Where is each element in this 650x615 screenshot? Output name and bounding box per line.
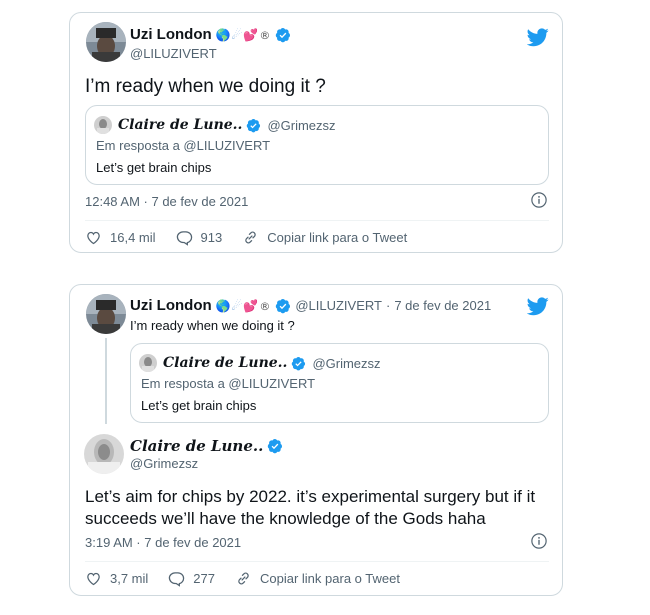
- verified-badge-icon: [246, 118, 261, 133]
- globe-emoji: 🌎: [215, 298, 232, 313]
- separator-dot: ·: [385, 298, 391, 313]
- like-button[interactable]: 16,4 mil: [85, 229, 156, 246]
- parent-quoted-tweet[interactable]: Claire de Lune.. @Grimezsz Em resposta a…: [130, 343, 549, 423]
- verified-badge-icon: [291, 356, 306, 371]
- quote-author-name: Claire de Lune..: [118, 117, 243, 133]
- quote-header: Claire de Lune.. @Grimezsz: [94, 116, 336, 134]
- quote-reply-context: Em resposta a @LILUZIVERT: [141, 376, 316, 391]
- quote-header: Claire de Lune.. @Grimezsz: [139, 354, 381, 372]
- info-icon[interactable]: [530, 191, 548, 209]
- tweet-actions: 16,4 mil 913 Copiar link para o Tweet: [85, 229, 427, 246]
- link-icon: [235, 570, 252, 587]
- reply-button[interactable]: 913: [176, 229, 223, 246]
- thread-connector-line: [105, 338, 107, 424]
- copy-link-button[interactable]: Copiar link para o Tweet: [242, 229, 407, 246]
- tweet-card-2[interactable]: Uzi London 🌎☄💕® @LILUZIVERT · 7 de fev d…: [69, 284, 563, 596]
- reply-text-line-2: succeeds we’ll have the knowledge of the…: [85, 509, 486, 528]
- copy-link-label: Copiar link para o Tweet: [267, 230, 408, 245]
- copy-link-button[interactable]: Copiar link para o Tweet: [235, 570, 400, 587]
- reply-text-line-1: Let’s aim for chips by 2022. it’s experi…: [85, 487, 536, 506]
- like-button[interactable]: 3,7 mil: [85, 570, 148, 587]
- heart-icon: [85, 570, 102, 587]
- twitter-bird-icon[interactable]: [527, 295, 549, 317]
- author-emoji: 🌎☄💕®: [216, 28, 272, 42]
- avatar-image: [86, 294, 126, 334]
- registered-emoji: ®: [259, 299, 272, 313]
- tweet-timestamp[interactable]: 12:48 AM · 7 de fev de 2021: [85, 194, 248, 209]
- reply-bubble-icon: [176, 229, 193, 246]
- quote-author-name: Claire de Lune..: [163, 355, 288, 371]
- parent-author-row: Uzi London 🌎☄💕® @LILUZIVERT · 7 de fev d…: [130, 297, 491, 314]
- verified-badge-icon: [275, 27, 291, 43]
- tweet-card-1[interactable]: Uzi London 🌎☄💕® @LILUZIVERT I’m ready wh…: [69, 12, 563, 253]
- reply-author-handle[interactable]: @Grimezsz: [130, 456, 198, 471]
- avatar-claire-de-lune[interactable]: [84, 434, 124, 474]
- quote-reply-context: Em resposta a @LILUZIVERT: [96, 138, 271, 153]
- author-name-row: Uzi London 🌎☄💕®: [130, 26, 291, 43]
- tweet-timestamp[interactable]: 3:19 AM · 7 de fev de 2021: [85, 535, 241, 550]
- avatar-uzi-london[interactable]: [86, 294, 126, 334]
- info-icon[interactable]: [530, 532, 548, 550]
- quote-author-handle: @Grimezsz: [267, 117, 336, 133]
- avatar-uzi-london[interactable]: [86, 22, 126, 62]
- tweet-actions: 3,7 mil 277 Copiar link para o Tweet: [85, 570, 420, 587]
- quote-text: Let’s get brain chips: [141, 398, 257, 413]
- quote-text: Let’s get brain chips: [96, 160, 212, 175]
- verified-badge-icon: [275, 298, 291, 314]
- reply-tweet-text: Let’s aim for chips by 2022. it’s experi…: [85, 486, 535, 530]
- twitter-bird-icon[interactable]: [527, 26, 549, 48]
- avatar-image: [84, 434, 124, 474]
- quote-avatar: [139, 354, 157, 372]
- parent-date[interactable]: 7 de fev de 2021: [394, 298, 491, 313]
- link-icon: [242, 229, 259, 246]
- reply-count: 277: [193, 571, 215, 586]
- hearts-emoji: 💕: [243, 27, 260, 42]
- author-name[interactable]: Uzi London: [130, 26, 212, 43]
- author-emoji: 🌎☄💕®: [216, 299, 272, 313]
- quote-avatar: [94, 116, 112, 134]
- comet-emoji: ☄: [231, 27, 244, 42]
- reply-author-row: Claire de Lune..: [130, 437, 283, 455]
- reply-button[interactable]: 277: [168, 570, 215, 587]
- reply-author-name[interactable]: Claire de Lune..: [130, 437, 263, 455]
- verified-badge-icon: [267, 438, 283, 454]
- copy-link-label: Copiar link para o Tweet: [260, 571, 400, 586]
- reply-count: 913: [200, 230, 223, 245]
- parent-author-name[interactable]: Uzi London: [130, 297, 212, 314]
- like-count: 16,4 mil: [110, 230, 156, 245]
- tweet-text: I’m ready when we doing it ?: [85, 76, 326, 97]
- heart-icon: [85, 229, 102, 246]
- author-handle[interactable]: @LILUZIVERT: [130, 46, 217, 61]
- divider: [85, 220, 549, 221]
- hearts-emoji: 💕: [243, 298, 260, 313]
- avatar-image: [86, 22, 126, 62]
- registered-emoji: ®: [259, 28, 272, 42]
- divider: [85, 561, 549, 562]
- parent-tweet-text: I’m ready when we doing it ?: [130, 318, 295, 333]
- comet-emoji: ☄: [231, 298, 244, 313]
- globe-emoji: 🌎: [215, 27, 232, 42]
- quoted-tweet[interactable]: Claire de Lune.. @Grimezsz Em resposta a…: [85, 105, 549, 185]
- quote-author-handle: @Grimezsz: [312, 355, 381, 371]
- like-count: 3,7 mil: [110, 571, 149, 586]
- parent-author-handle[interactable]: @LILUZIVERT: [295, 298, 382, 313]
- reply-bubble-icon: [168, 570, 185, 587]
